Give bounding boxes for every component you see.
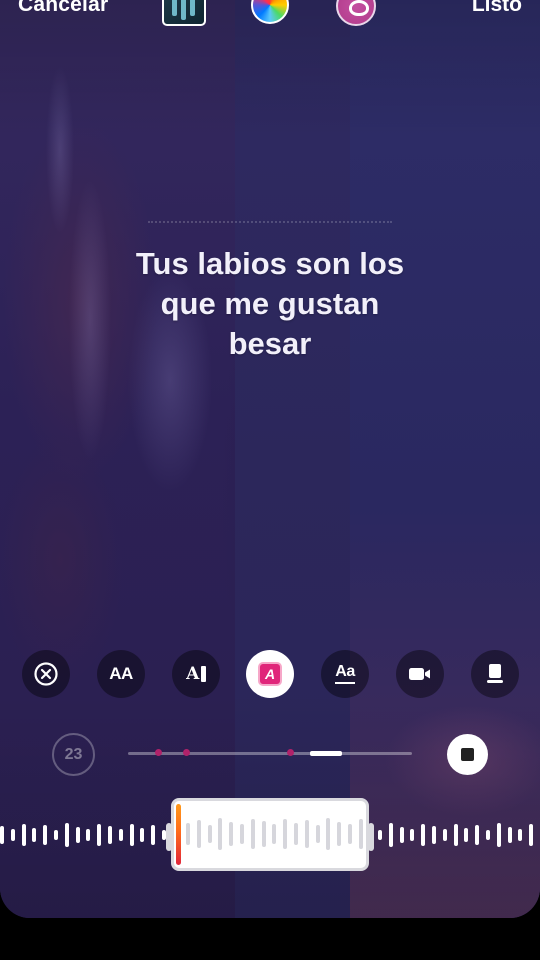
duration-counter[interactable]: 23 <box>52 733 95 776</box>
waveform-bar <box>496 823 501 847</box>
previous-lyric-ghost <box>148 221 392 229</box>
lyrics-sticker[interactable]: Tus labios son los que me gustan besar <box>70 244 470 364</box>
video-effect-button[interactable] <box>396 650 444 698</box>
waveform-bar <box>529 824 534 846</box>
text-size-button[interactable]: AA <box>97 650 145 698</box>
story-canvas: Cancelar Listo Tus labios son los que me… <box>0 0 540 918</box>
waveform-bar <box>337 822 342 846</box>
waveform-bar <box>388 823 393 847</box>
waveform-bar <box>218 818 223 850</box>
underline-text-icon: Aa <box>335 664 355 684</box>
stop-button[interactable] <box>447 734 488 775</box>
video-camera-icon <box>409 668 430 680</box>
waveform-bar <box>464 828 469 842</box>
waveform-bar <box>442 829 447 841</box>
underline-style-button[interactable]: Aa <box>321 650 369 698</box>
lyric-marker <box>183 749 190 756</box>
remove-lyrics-button[interactable] <box>22 650 70 698</box>
face-effect-icon[interactable] <box>336 0 376 26</box>
waveform-bar <box>378 830 382 840</box>
waveform-bar <box>207 825 212 843</box>
waveform-bar <box>129 824 134 846</box>
waveform-bar <box>21 824 26 846</box>
vignette <box>0 0 540 918</box>
card-layout-button[interactable] <box>471 650 519 698</box>
album-cover-thumbnail[interactable] <box>162 0 206 26</box>
selected-clip-segment <box>310 751 342 756</box>
waveform-bar <box>518 829 523 841</box>
waveform-bar <box>43 825 48 845</box>
waveform-bar <box>196 820 201 848</box>
waveform-bar <box>75 827 80 843</box>
waveform-bar <box>294 823 298 845</box>
lyrics-line: que me gustan <box>160 286 380 321</box>
clip-selection-window[interactable] <box>166 798 374 871</box>
lyrics-line: Tus labios son los <box>135 246 405 281</box>
done-button[interactable]: Listo <box>472 0 522 17</box>
waveform-bar <box>108 826 112 844</box>
waveform-bar <box>358 819 363 849</box>
waveform-bar <box>186 823 190 845</box>
waveform-bar <box>0 826 4 844</box>
waveform-bar <box>348 824 352 844</box>
waveform-bar <box>229 822 234 846</box>
waveform-bar <box>240 824 244 844</box>
waveform-bar <box>86 829 91 841</box>
text-animation-button[interactable]: A <box>172 650 220 698</box>
waveform-bar <box>261 821 266 847</box>
waveform-bar <box>250 819 255 849</box>
waveform-bar <box>97 824 102 846</box>
stop-square-icon <box>461 748 474 761</box>
waveform-bar <box>453 824 458 846</box>
waveform-bar <box>118 829 123 841</box>
waveform-bar <box>475 825 480 845</box>
waveform-bar <box>64 823 69 847</box>
highlight-text-icon: A <box>258 662 282 686</box>
waveform-bar <box>486 830 490 840</box>
waveform-bar <box>140 828 145 842</box>
playhead[interactable] <box>176 804 181 865</box>
waveform-bar <box>304 820 309 848</box>
waveform-bar <box>54 830 58 840</box>
waveform-bar <box>32 828 37 842</box>
top-bar: Cancelar Listo <box>0 0 540 30</box>
waveform-bar <box>315 825 320 843</box>
text-cursor-icon: A <box>186 664 206 684</box>
waveform-bar <box>10 829 15 841</box>
waveform-bar <box>283 819 288 849</box>
waveform-bar <box>410 829 415 841</box>
waveform-bar <box>151 825 156 845</box>
text-size-icon: AA <box>109 664 133 683</box>
clip-handle-left[interactable] <box>166 823 172 851</box>
waveform-bar <box>399 827 404 843</box>
close-circle-icon <box>34 662 58 686</box>
waveform-bar <box>432 826 436 844</box>
waveform-bar <box>272 824 277 844</box>
waveform-bar <box>507 827 512 843</box>
text-color-button[interactable]: A <box>246 650 294 698</box>
song-progress-track[interactable] <box>128 749 412 756</box>
lyric-marker <box>287 749 294 756</box>
lyric-marker <box>155 749 162 756</box>
waveform-bar <box>326 818 331 850</box>
color-wheel-icon[interactable] <box>251 0 289 24</box>
lyrics-style-toolbar: AA A A Aa <box>0 650 540 700</box>
card-layout-icon <box>487 664 503 683</box>
lyrics-line: besar <box>228 326 312 361</box>
waveform-bar <box>421 824 426 846</box>
clip-handle-right[interactable] <box>368 823 374 851</box>
cancel-button[interactable]: Cancelar <box>18 0 108 17</box>
